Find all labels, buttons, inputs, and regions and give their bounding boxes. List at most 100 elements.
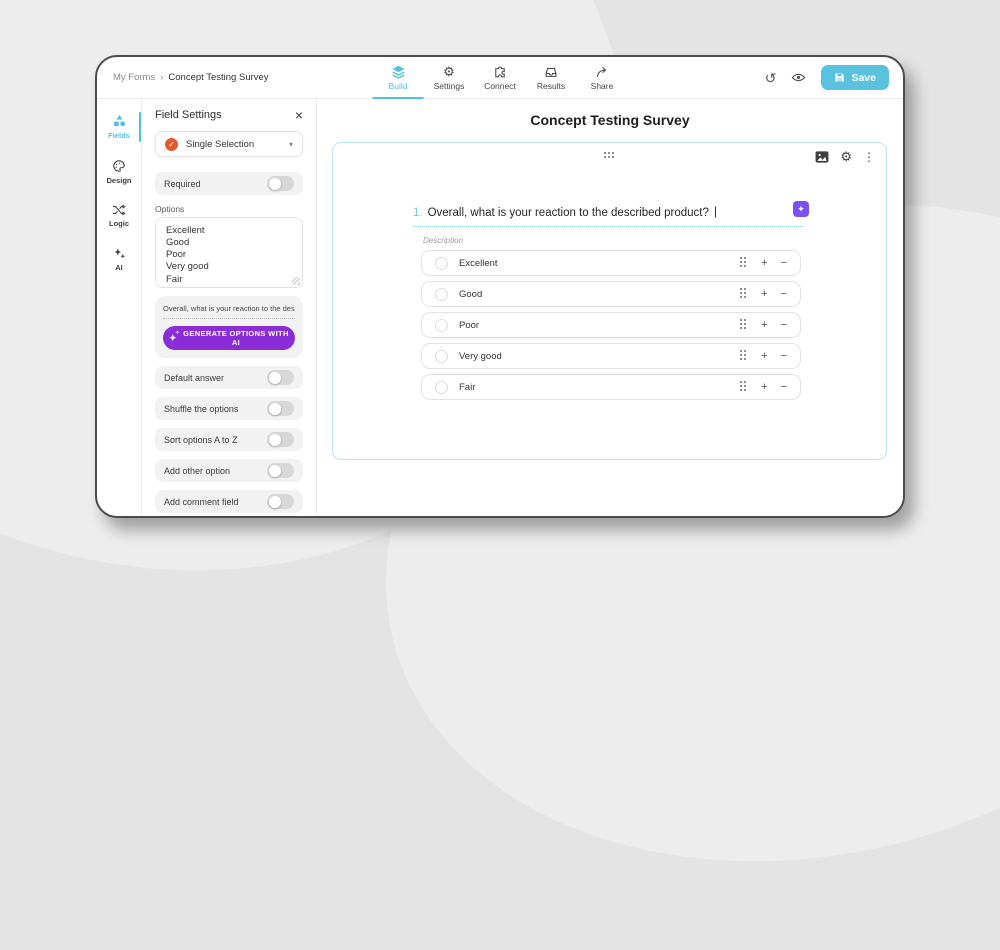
sort-options-toggle[interactable] xyxy=(267,432,294,447)
option-row-fair[interactable]: Fair + − xyxy=(421,374,801,400)
panel-header: Field Settings × xyxy=(155,107,303,122)
gear-icon[interactable]: ⚙ xyxy=(840,150,852,163)
sidebar-item-design[interactable]: Design xyxy=(97,154,141,190)
sidebar-item-label: Design xyxy=(106,176,131,185)
radio-icon[interactable] xyxy=(435,319,448,332)
field-type-value: Single Selection xyxy=(186,139,254,150)
add-comment-field-toggle[interactable] xyxy=(267,494,294,509)
option-label[interactable]: Excellent xyxy=(459,258,498,269)
sidebar-item-label: Fields xyxy=(108,131,130,140)
tab-label: Build xyxy=(389,81,408,91)
radio-icon[interactable] xyxy=(435,288,448,301)
sparkle-icon: ✦ xyxy=(797,205,805,214)
option-label[interactable]: Fair xyxy=(459,382,475,393)
tab-label: Share xyxy=(591,81,614,91)
remove-option-icon[interactable]: − xyxy=(781,289,787,300)
setting-label: Sort options A to Z xyxy=(164,435,238,445)
palette-icon xyxy=(112,159,126,173)
setting-label: Default answer xyxy=(164,373,224,383)
add-option-icon[interactable]: + xyxy=(761,382,767,393)
resize-grip-icon[interactable] xyxy=(292,277,300,285)
drag-handle-icon[interactable] xyxy=(740,257,748,269)
setting-label: Add other option xyxy=(164,466,230,476)
fields-shapes-icon xyxy=(112,114,127,128)
setting-label: Shuffle the options xyxy=(164,404,238,414)
sidebar-item-ai[interactable]: AI xyxy=(97,242,141,277)
question-text: Overall, what is your reaction to the de… xyxy=(428,207,709,219)
radio-icon[interactable] xyxy=(435,381,448,394)
question-title-field[interactable]: 1. Overall, what is your reaction to the… xyxy=(413,205,803,227)
sidebar-item-label: AI xyxy=(115,263,123,272)
sidebar-item-fields[interactable]: Fields xyxy=(97,109,141,145)
kebab-menu-icon[interactable]: ⋮ xyxy=(863,151,875,163)
options-textarea[interactable]: Excellent Good Poor Very good Fair xyxy=(155,217,303,288)
tab-connect[interactable]: Connect xyxy=(475,57,526,99)
add-option-icon[interactable]: + xyxy=(761,289,767,300)
close-icon[interactable]: × xyxy=(295,108,303,122)
shuffle-options-row: Shuffle the options xyxy=(155,397,303,420)
image-icon[interactable] xyxy=(815,151,829,163)
option-actions: + − xyxy=(740,381,787,393)
shuffle-icon xyxy=(112,204,126,216)
text-cursor xyxy=(715,207,716,218)
drag-handle-icon[interactable] xyxy=(604,152,616,160)
required-row: Required xyxy=(155,172,303,195)
option-row-poor[interactable]: Poor + − xyxy=(421,312,801,338)
remove-option-icon[interactable]: − xyxy=(781,320,787,331)
required-toggle[interactable] xyxy=(267,176,294,191)
question-ai-button[interactable]: ✦ xyxy=(793,201,809,217)
field-settings-panel: Field Settings × ✓ Single Selection ▾ Re… xyxy=(142,99,317,516)
tab-share[interactable]: Share xyxy=(577,57,628,99)
remove-option-icon[interactable]: − xyxy=(781,382,787,393)
radio-icon[interactable] xyxy=(435,350,448,363)
layers-icon xyxy=(391,65,405,79)
generate-options-with-ai-button[interactable]: ✦✧ GENERATE OPTIONS WITH AI xyxy=(163,326,295,350)
option-label[interactable]: Poor xyxy=(459,320,479,331)
add-option-icon[interactable]: + xyxy=(761,258,767,269)
save-button[interactable]: Save xyxy=(821,65,889,90)
add-option-icon[interactable]: + xyxy=(761,351,767,362)
drag-handle-icon[interactable] xyxy=(740,288,748,300)
remove-option-icon[interactable]: − xyxy=(781,258,787,269)
tab-results[interactable]: Results xyxy=(526,57,577,99)
share-arrow-icon xyxy=(596,65,609,79)
generate-button-label: GENERATE OPTIONS WITH AI xyxy=(183,329,289,347)
breadcrumb-my-forms[interactable]: My Forms xyxy=(113,72,155,83)
option-row-very-good[interactable]: Very good + − xyxy=(421,343,801,369)
tab-build[interactable]: Build xyxy=(373,57,424,99)
inbox-icon xyxy=(545,65,558,79)
question-title-input[interactable]: Overall, what is your reaction to the de… xyxy=(163,304,295,319)
form-canvas: Concept Testing Survey ⚙ ⋮ 1. Overall, w… xyxy=(317,99,903,516)
panel-title: Field Settings xyxy=(155,109,222,121)
gear-icon: ⚙ xyxy=(443,65,455,79)
option-label[interactable]: Good xyxy=(459,289,482,300)
drag-handle-icon[interactable] xyxy=(740,350,748,362)
option-label[interactable]: Very good xyxy=(459,351,502,362)
default-answer-toggle[interactable] xyxy=(267,370,294,385)
option-row-good[interactable]: Good + − xyxy=(421,281,801,307)
drag-handle-icon[interactable] xyxy=(740,381,748,393)
radio-icon[interactable] xyxy=(435,257,448,270)
question-card[interactable]: ⚙ ⋮ 1. Overall, what is your reaction to… xyxy=(332,142,887,460)
option-row-excellent[interactable]: Excellent + − xyxy=(421,250,801,276)
required-label: Required xyxy=(164,179,201,189)
app-window: My Forms › Concept Testing Survey Build … xyxy=(95,55,905,518)
save-button-label: Save xyxy=(851,72,876,84)
field-type-dropdown[interactable]: ✓ Single Selection ▾ xyxy=(155,131,303,157)
history-icon[interactable]: ↺ xyxy=(765,71,777,85)
sparkle-icon: ✦✧ xyxy=(169,334,177,343)
options-textarea-wrap: Excellent Good Poor Very good Fair xyxy=(155,217,303,288)
description-placeholder[interactable]: Description xyxy=(413,236,803,245)
drag-handle-icon[interactable] xyxy=(740,319,748,331)
left-nav-rail: Fields Design Logic AI xyxy=(97,99,142,516)
sidebar-item-logic[interactable]: Logic xyxy=(97,199,141,233)
add-option-icon[interactable]: + xyxy=(761,320,767,331)
add-other-option-toggle[interactable] xyxy=(267,463,294,478)
tab-settings[interactable]: ⚙ Settings xyxy=(424,57,475,99)
shuffle-options-toggle[interactable] xyxy=(267,401,294,416)
remove-option-icon[interactable]: − xyxy=(781,351,787,362)
form-title[interactable]: Concept Testing Survey xyxy=(317,112,903,128)
preview-eye-icon[interactable] xyxy=(791,70,806,85)
option-actions: + − xyxy=(740,288,787,300)
option-actions: + − xyxy=(740,350,787,362)
